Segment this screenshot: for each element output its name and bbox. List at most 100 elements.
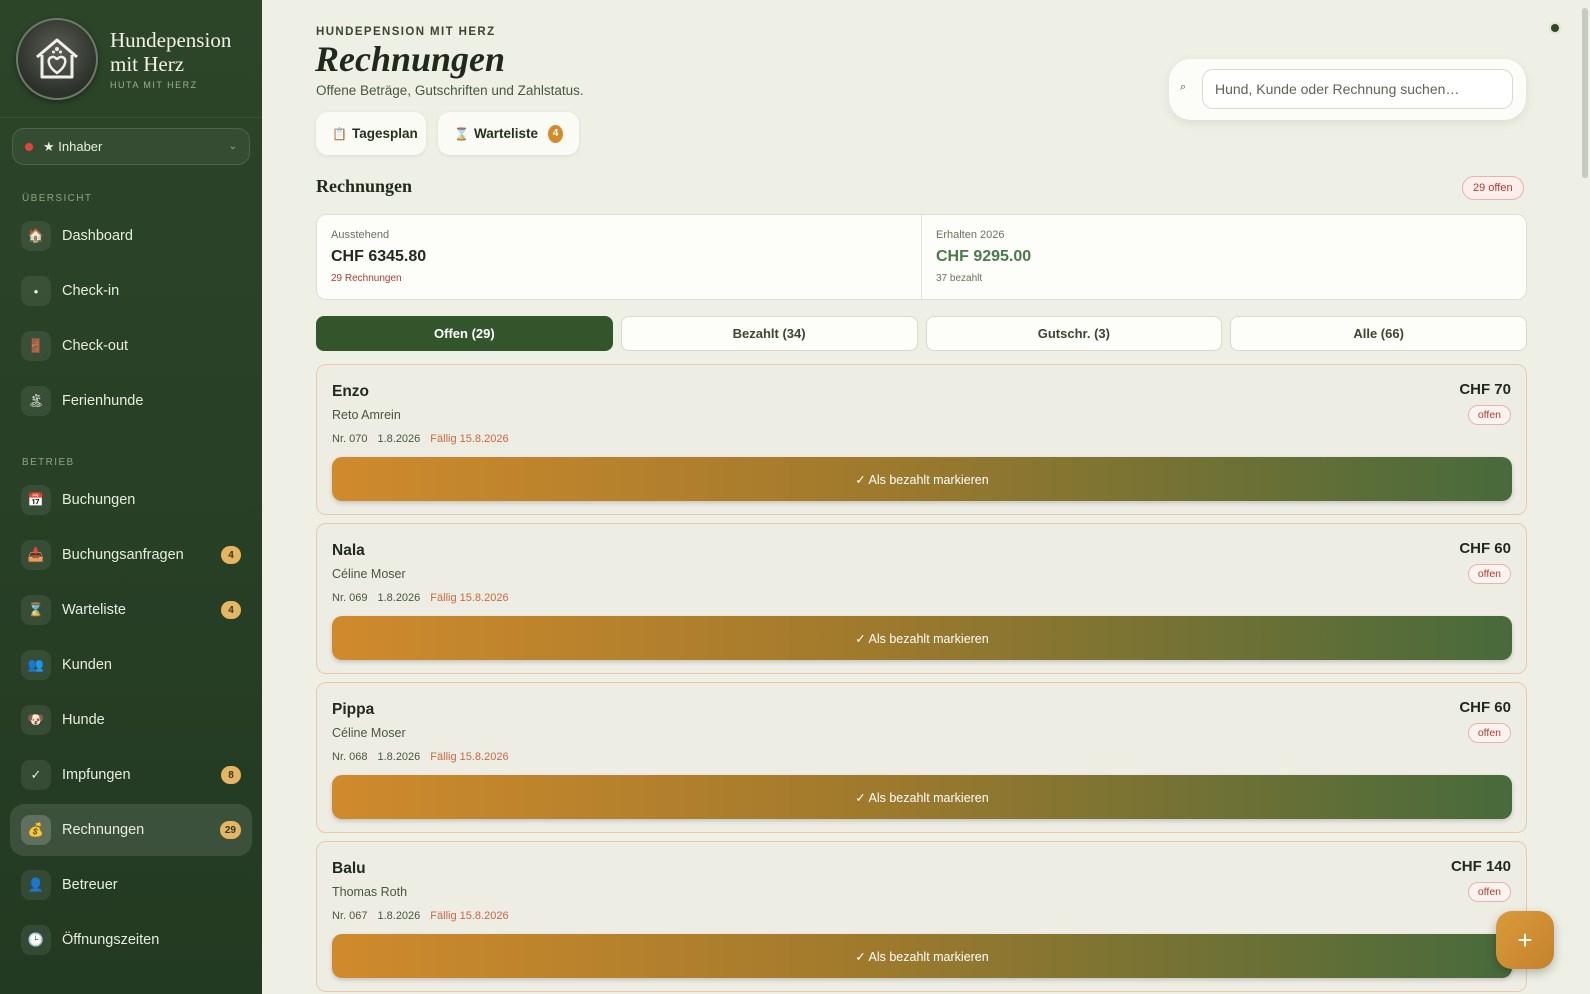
dog-icon: 🐶 [21,705,51,735]
invoice-status-badge: offen [1467,882,1511,902]
mark-paid-button[interactable]: ✓ Als bezahlt markieren [332,616,1512,660]
tab-offen[interactable]: Offen (29) [316,316,613,351]
calendar-icon: 📅 [21,485,51,515]
invoice-date: 1.8.2026 [377,592,421,604]
section-title: Rechnungen [316,176,413,196]
sidebar-item-rechnungen[interactable]: 💰 Rechnungen 29 [10,804,252,856]
outstanding-label: Ausstehend [331,229,390,241]
sidebar-item-label: Dashboard [62,228,133,244]
invoice-meta: Nr. 067 1.8.2026 Fällig 15.8.2026 [332,910,509,922]
page-kicker: HUNDEPENSION MIT HERZ [316,26,496,38]
sidebar-item-label: Buchungsanfragen [62,547,184,563]
invoice-number: Nr. 069 [332,592,368,604]
sidebar-item-label: Check-in [62,283,120,299]
mark-paid-button[interactable]: ✓ Als bezahlt markieren [332,775,1512,819]
filter-tabs: Offen (29) Bezahlt (34) Gutschr. (3) Alle (… [316,316,1527,351]
sidebar-item-warteliste[interactable]: ⌛ Warteliste 4 [10,584,252,636]
sidebar-item-impfungen[interactable]: ✓ Impfungen 8 [10,749,252,801]
page-subtitle: Offene Beträge, Gutschriften und Zahlsta… [316,83,584,98]
house-heart-logo-icon [36,38,78,78]
sidebar-item-label: Check-out [62,338,129,354]
warteliste-button[interactable]: ⌛ Warteliste 4 [438,112,579,155]
door-icon: 🚪 [21,331,51,361]
sidebar-item-ferienhunde[interactable]: 🏝 Ferienhunde [10,375,252,427]
invoice-meta: Nr. 070 1.8.2026 Fällig 15.8.2026 [332,433,509,445]
check-icon: ✓ [21,760,51,790]
invoice-date: 1.8.2026 [377,751,421,763]
brand-subtitle: HUTA MIT HERZ [110,79,198,90]
invoice-meta: Nr. 068 1.8.2026 Fällig 15.8.2026 [332,751,509,763]
tagesplan-button[interactable]: 📋 Tagesplan [316,112,426,155]
sidebar-item-label: Buchungen [62,492,136,508]
scrollbar-thumb[interactable] [1582,8,1588,178]
role-label: ★ Inhaber [43,138,103,154]
sidebar-item-badge: 8 [221,766,241,784]
invoice-customer: Reto Amrein [332,408,401,422]
search-input[interactable] [1202,69,1513,109]
sidebar-item-label: Öffnungszeiten [62,932,160,948]
outstanding-note: 29 Rechnungen [331,273,402,284]
received-label: Erhalten 2026 [936,229,1005,241]
tab-bezahlt[interactable]: Bezahlt (34) [620,316,918,351]
invoice-number: Nr. 068 [332,751,368,763]
invoice-meta: Nr. 069 1.8.2026 Fällig 15.8.2026 [332,592,509,604]
role-status-dot [25,142,33,151]
person-icon: 👤 [21,870,51,900]
sidebar-item-betreuer[interactable]: 👤 Betreuer [10,859,252,911]
summary-panel: Ausstehend CHF 6345.80 29 Rechnungen Erh… [316,214,1527,300]
role-selector[interactable]: ★ Inhaber ⌄ [12,128,250,165]
invoice-dog-name: Balu [332,860,366,877]
logo [16,17,98,100]
add-button[interactable]: + [1496,911,1554,969]
invoice-date: 1.8.2026 [377,433,421,445]
sidebar-item-check-in[interactable]: • Check-in [10,265,252,317]
sidebar-item-buchungen[interactable]: 📅 Buchungen [10,474,252,526]
invoice-card[interactable]: Balu Thomas Roth Nr. 067 1.8.2026 Fällig 15.… [316,841,1527,992]
open-count-badge: 29 offen [1462,176,1524,200]
island-icon: 🏝 [21,386,51,416]
invoice-due-date: Fällig 15.8.2026 [430,910,509,922]
sidebar-item-label: Hunde [62,712,105,728]
nav-section-title: ÜBERSICHT [22,193,93,204]
sidebar-item-check-out[interactable]: 🚪 Check-out [10,320,252,372]
sidebar-item-label: Impfungen [62,767,131,783]
page-title: Rechnungen [315,39,506,79]
tab-gutschr[interactable]: Gutschr. (3) [925,316,1223,351]
main-content: HUNDEPENSION MIT HERZ Rechnungen Offene … [262,0,1590,994]
house-icon: 🏠 [21,221,51,251]
sidebar-item-badge: 4 [221,601,241,619]
mark-paid-button[interactable]: ✓ Als bezahlt markieren [332,934,1512,978]
invoice-due-date: Fällig 15.8.2026 [430,433,509,445]
search-box: ⌕ [1169,59,1526,120]
sidebar-item-buchungsanfragen[interactable]: 📥 Buchungsanfragen 4 [10,529,252,581]
sidebar-item-label: Warteliste [62,602,126,618]
warteliste-label: Warteliste [473,126,538,141]
invoice-amount: CHF 60 [1459,540,1511,557]
scrollbar[interactable] [1580,0,1590,994]
invoice-status-badge: offen [1467,564,1511,584]
invoice-due-date: Fällig 15.8.2026 [430,751,509,763]
sidebar-item-badge: 4 [221,546,241,564]
sidebar-item-öffnungszeiten[interactable]: 🕒 Öffnungszeiten [10,914,252,966]
sidebar-nav: ÜBERSICHT 🏠 Dashboard • Check-in 🚪 Check-out 🏝 F… [0,193,262,994]
sidebar-item-hunde[interactable]: 🐶 Hunde [10,694,252,746]
inbox-icon: 📥 [21,540,51,570]
invoice-due-date: Fällig 15.8.2026 [430,592,509,604]
sidebar-item-dashboard[interactable]: 🏠 Dashboard [10,210,252,262]
invoice-status-badge: offen [1467,405,1511,425]
mark-paid-button[interactable]: ✓ Als bezahlt markieren [332,457,1512,501]
invoice-card[interactable]: Nala Céline Moser Nr. 069 1.8.2026 Fällig 15… [316,523,1527,674]
invoice-amount: CHF 60 [1459,699,1511,716]
status-indicator [1549,22,1561,34]
invoice-customer: Céline Moser [332,726,406,740]
sidebar-item-kunden[interactable]: 👥 Kunden [10,639,252,691]
sidebar-item-badge: 29 [219,821,241,839]
invoice-card[interactable]: Pippa Céline Moser Nr. 068 1.8.2026 Fällig 1… [316,682,1527,833]
nav-section-title: BETRIEB [22,457,75,468]
tab-alle[interactable]: Alle (66) [1230,316,1527,351]
invoice-card[interactable]: Enzo Reto Amrein Nr. 070 1.8.2026 Fällig 15.… [316,364,1527,515]
sidebar: Hundepension mit Herz HUTA MIT HERZ ★ In… [0,0,262,994]
sidebar-item-label: Kunden [62,657,112,673]
invoice-date: 1.8.2026 [377,910,421,922]
sidebar-item-label: Rechnungen [62,822,145,838]
